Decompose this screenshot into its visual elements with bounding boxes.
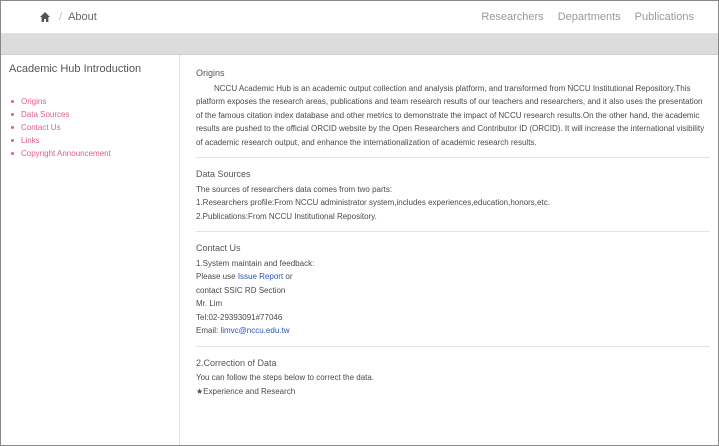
- sidebar-item-copyright[interactable]: Copyright Announcement: [9, 147, 171, 160]
- sidebar: Academic Hub Introduction Origins Data S…: [1, 55, 171, 445]
- sidebar-item-links[interactable]: Links: [9, 134, 171, 147]
- home-icon[interactable]: [39, 10, 53, 24]
- contact-text: Please use: [196, 272, 238, 281]
- section-title: Data Sources: [196, 169, 251, 179]
- section-data-sources: Data Sources The sources of researchers …: [196, 158, 710, 232]
- sidebar-item-data-sources[interactable]: Data Sources: [9, 108, 171, 121]
- issue-report-link[interactable]: Issue Report: [238, 272, 283, 281]
- main-content: Origins NCCU Academic Hub is an academic…: [180, 55, 718, 445]
- contact-line: 1.System maintain and feedback:: [196, 258, 315, 268]
- contact-line: Tel:02-29393091#77046: [196, 312, 283, 322]
- section-origins: Origins NCCU Academic Hub is an academic…: [196, 55, 710, 158]
- contact-line: contact SSIC RD Section: [196, 285, 286, 295]
- page-frame: / About Researchers Departments Publicat…: [0, 0, 719, 446]
- sidebar-item-origins[interactable]: Origins: [9, 95, 171, 108]
- correction-line: ★Experience and Research: [196, 386, 296, 396]
- contact-text: Email:: [196, 326, 221, 335]
- nav-departments[interactable]: Departments: [558, 11, 621, 23]
- bullet-icon: [11, 126, 14, 129]
- contact-text: or: [283, 272, 293, 281]
- breadcrumb[interactable]: About: [68, 11, 97, 23]
- sidebar-list: Origins Data Sources Contact Us Links Co…: [9, 95, 171, 160]
- sidebar-item-label: Copyright Announcement: [21, 149, 111, 158]
- contact-issue-line: Please use Issue Report or: [196, 270, 710, 284]
- sidebar-item-label: Data Sources: [21, 110, 70, 119]
- section-title: Origins: [196, 68, 225, 78]
- nav-researchers[interactable]: Researchers: [481, 11, 543, 23]
- contact-email-line: Email: limvc@nccu.edu.tw: [196, 324, 710, 338]
- bullet-icon: [11, 139, 14, 142]
- section-title: 2.Correction of Data: [196, 357, 277, 368]
- bullet-icon: [11, 152, 14, 155]
- data-sources-line: 2.Publications:From NCCU Institutional R…: [196, 211, 377, 221]
- email-link[interactable]: limvc@nccu.edu.tw: [220, 326, 289, 335]
- main-nav: Researchers Departments Publications: [481, 11, 694, 23]
- sidebar-item-contact-us[interactable]: Contact Us: [9, 121, 171, 134]
- nav-publications[interactable]: Publications: [635, 11, 694, 23]
- section-correction: 2.Correction of Data You can follow the …: [196, 347, 710, 407]
- correction-line: You can follow the steps below to correc…: [196, 373, 375, 382]
- bullet-icon: [11, 113, 14, 116]
- data-sources-line: 1.Researchers profile:From NCCU administ…: [196, 198, 550, 207]
- origins-text: NCCU Academic Hub is an academic output …: [196, 83, 705, 147]
- sidebar-item-label: Contact Us: [21, 123, 61, 132]
- data-sources-line: The sources of researchers data comes fr…: [196, 184, 393, 194]
- contact-line: Mr. Lim: [196, 299, 223, 308]
- sidebar-item-label: Links: [21, 136, 40, 145]
- section-title: Contact Us: [196, 243, 241, 253]
- top-bar: / About Researchers Departments Publicat…: [1, 1, 718, 34]
- sidebar-item-label: Origins: [21, 97, 47, 106]
- section-contact: Contact Us 1.System maintain and feedbac…: [196, 232, 710, 347]
- header-band: [1, 34, 718, 55]
- breadcrumb-separator: /: [59, 11, 63, 23]
- sidebar-title: Academic Hub Introduction: [9, 63, 142, 75]
- bullet-icon: [11, 100, 14, 103]
